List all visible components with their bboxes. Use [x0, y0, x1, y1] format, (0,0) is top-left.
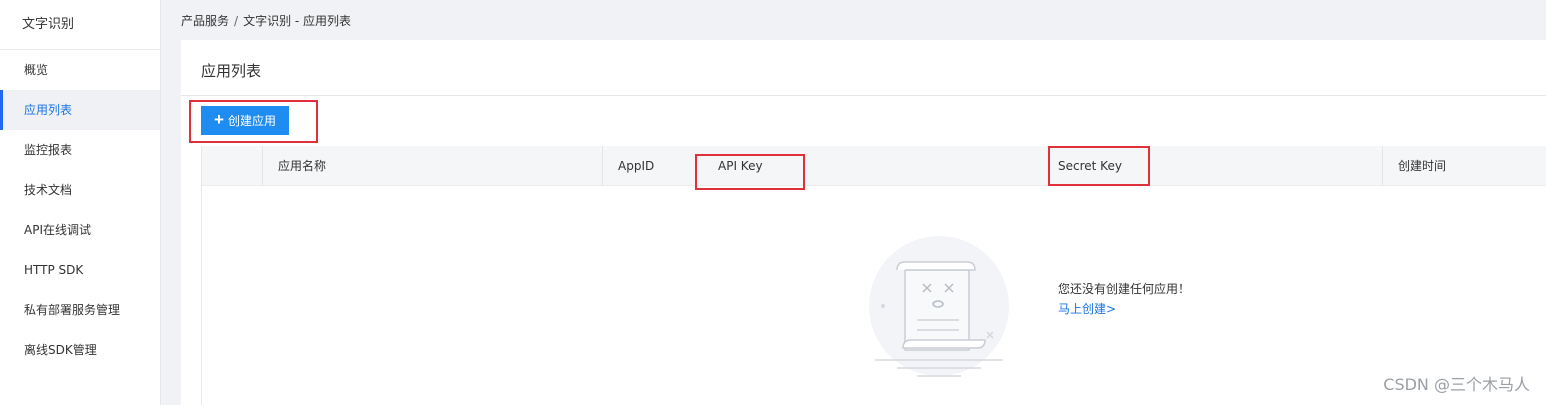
top-bar: 产品服务 / 文字识别 - 应用列表 — [161, 0, 1546, 40]
create-app-button[interactable]: + 创建应用 — [201, 106, 289, 135]
title-divider — [181, 95, 1546, 96]
sidebar-item-tech-docs[interactable]: 技术文档 — [0, 170, 160, 210]
sidebar: 文字识别 概览 应用列表 监控报表 技术文档 API在线调试 HTTP SDK … — [0, 0, 161, 405]
breadcrumb-separator: / — [234, 14, 239, 28]
plus-icon: + — [214, 110, 224, 129]
sidebar-item-private-deploy[interactable]: 私有部署服务管理 — [0, 290, 160, 330]
breadcrumb-root[interactable]: 产品服务 — [181, 14, 229, 28]
column-header-secret-key[interactable]: Secret Key — [1058, 146, 1122, 186]
create-now-link[interactable]: 马上创建> — [1058, 300, 1116, 317]
sidebar-item-offline-sdk[interactable]: 离线SDK管理 — [0, 330, 160, 370]
page-title: 应用列表 — [201, 62, 262, 80]
main-card: 应用列表 + 创建应用 应用名称 AppID API Key Secret Ke… — [181, 40, 1546, 405]
column-header-api-key[interactable]: API Key — [718, 146, 763, 186]
empty-state-message: 您还没有创建任何应用！ — [1058, 282, 1191, 296]
column-separator — [262, 146, 263, 186]
table-header: 应用名称 AppID API Key Secret Key 创建时间 — [202, 146, 1546, 186]
create-app-button-label: 创建应用 — [227, 114, 276, 128]
sidebar-item-http-sdk[interactable]: HTTP SDK — [0, 250, 160, 290]
column-separator — [1382, 146, 1383, 186]
column-separator — [602, 146, 603, 186]
breadcrumb: 产品服务 / 文字识别 - 应用列表 — [181, 12, 351, 29]
breadcrumb-current: 文字识别 - 应用列表 — [243, 14, 352, 28]
column-header-app-name[interactable]: 应用名称 — [278, 146, 326, 186]
watermark: CSDN @三个木马人 — [1383, 375, 1530, 394]
column-header-created-time[interactable]: 创建时间 — [1398, 146, 1446, 186]
sidebar-item-monitor-report[interactable]: 监控报表 — [0, 130, 160, 170]
sidebar-item-api-debug[interactable]: API在线调试 — [0, 210, 160, 250]
sidebar-item-app-list[interactable]: 应用列表 — [0, 90, 160, 130]
column-header-appid[interactable]: AppID — [618, 146, 654, 186]
sidebar-item-overview[interactable]: 概览 — [0, 50, 160, 90]
sidebar-title: 文字识别 — [0, 0, 160, 50]
app-table: 应用名称 AppID API Key Secret Key 创建时间 您还没有创… — [201, 146, 1546, 405]
empty-document-icon — [869, 236, 1009, 377]
